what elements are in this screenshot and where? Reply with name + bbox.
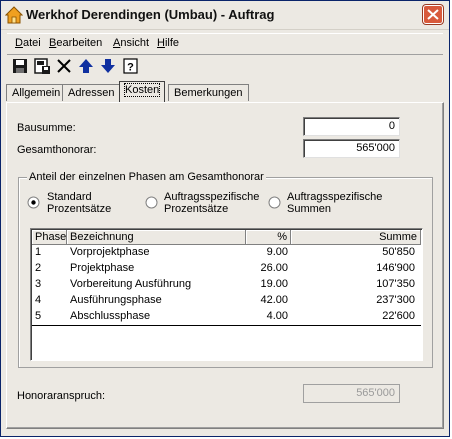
col-summe[interactable]: Summe	[291, 230, 421, 245]
menu-bearbeiten[interactable]: Bearbeiten	[49, 37, 102, 49]
radio-auftrag-summen-label: Auftragsspezifische Summen	[287, 191, 383, 215]
bausumme-input[interactable]: 0	[303, 117, 400, 136]
save-close-icon[interactable]	[33, 57, 51, 75]
svg-text:?: ?	[127, 62, 134, 74]
tab-adressen[interactable]: Adressen	[62, 84, 121, 101]
delete-icon[interactable]	[55, 57, 73, 75]
phasen-groupbox: Anteil der einzelnen Phasen am Gesamthon…	[18, 171, 433, 368]
table-row[interactable]: 2 Projektphase 26.00 146'900	[32, 261, 421, 277]
menu-datei[interactable]: Datei	[15, 37, 41, 49]
save-icon[interactable]	[11, 57, 29, 75]
gesamthonorar-label: Gesamthonorar:	[17, 144, 97, 156]
window-title: Werkhof Derendingen (Umbau) - Auftrag	[26, 7, 275, 22]
bausumme-label: Bausumme:	[17, 122, 76, 134]
radio-standard-label: Standard Prozentsätze	[47, 191, 112, 215]
gesamthonorar-input[interactable]: 565'000	[303, 139, 400, 158]
menu-bar: Datei Bearbeiten Ansicht Hilfe	[7, 33, 443, 55]
radio-auftrag-prozentsaetze[interactable]	[145, 196, 158, 209]
house-icon	[5, 6, 23, 24]
radio-auftrag-summen[interactable]	[268, 196, 281, 209]
tab-allgemein[interactable]: Allgemein	[6, 84, 67, 101]
menu-datei-rest: atei	[22, 37, 41, 49]
toolbar: ?	[9, 55, 441, 79]
table-row[interactable]: 1 Vorprojektphase 9.00 50'850	[32, 245, 421, 261]
tab-bemerkungen[interactable]: Bemerkungen	[168, 84, 249, 101]
title-bar[interactable]: Werkhof Derendingen (Umbau) - Auftrag	[1, 1, 449, 30]
col-prozent[interactable]: %	[246, 230, 291, 245]
table-row[interactable]: 5 Abschlussphase 4.00 22'600	[32, 309, 421, 325]
arrow-down-icon[interactable]	[99, 57, 117, 75]
help-icon[interactable]: ?	[122, 57, 140, 75]
application-window: Werkhof Derendingen (Umbau) - Auftrag Da…	[0, 0, 450, 437]
kosten-panel: Bausumme: 0 Gesamthonorar: 565'000 Antei…	[6, 102, 444, 429]
close-icon	[427, 9, 439, 20]
col-phase[interactable]: Phase	[32, 230, 67, 245]
table-header: Phase Bezeichnung % Summe	[32, 230, 421, 245]
menu-bearbeiten-rest: earbeiten	[56, 37, 103, 49]
group-legend: Anteil der einzelnen Phasen am Gesamthon…	[27, 171, 266, 183]
honoraranspruch-input: 565'000	[303, 384, 400, 403]
radio-standard-prozentsaetze[interactable]	[27, 196, 40, 209]
menu-hilfe[interactable]: Hilfe	[157, 37, 179, 49]
tab-kosten[interactable]: Kosten	[119, 81, 166, 102]
radio-auftrag-prozent-label: Auftragsspezifische Prozentsätze	[164, 191, 260, 215]
arrow-up-icon[interactable]	[77, 57, 95, 75]
menu-ansicht[interactable]: Ansicht	[113, 37, 149, 49]
honoraranspruch-label: Honoraranspruch:	[17, 390, 106, 402]
phasen-table: Phase Bezeichnung % Summe 1 Vorprojektph…	[30, 228, 423, 361]
table-divider	[32, 325, 421, 326]
col-bezeichnung[interactable]: Bezeichnung	[67, 230, 246, 245]
close-button[interactable]	[423, 5, 443, 24]
table-row[interactable]: 3 Vorbereitung Ausführung 19.00 107'350	[32, 277, 421, 293]
table-row[interactable]: 4 Ausführungsphase 42.00 237'300	[32, 293, 421, 309]
menu-hilfe-rest: ilfe	[164, 37, 180, 49]
menu-ansicht-rest: nsicht	[120, 37, 150, 49]
